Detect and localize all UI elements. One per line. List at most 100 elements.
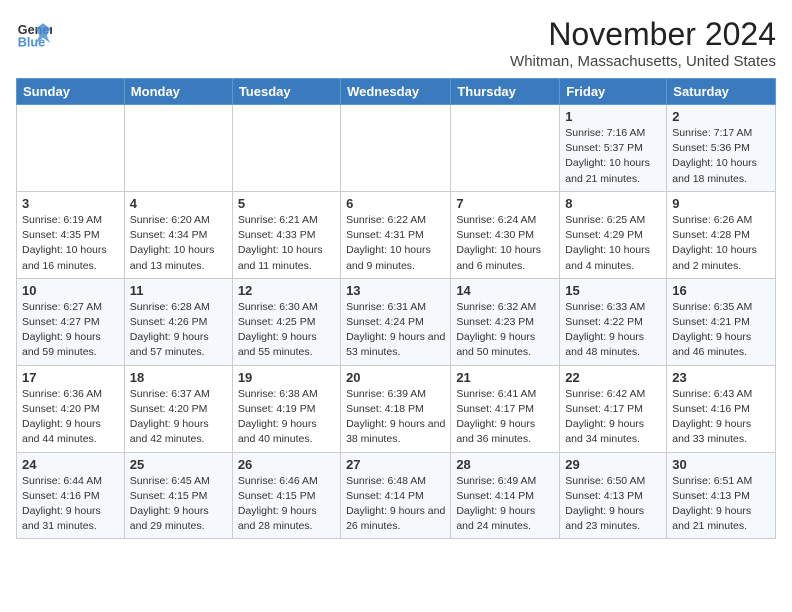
day-cell — [451, 105, 560, 192]
day-cell: 5 Sunrise: 6:21 AM Sunset: 4:33 PM Daylig… — [232, 191, 340, 278]
title-block: November 2024 Whitman, Massachusetts, Un… — [510, 16, 776, 70]
day-info: Sunrise: 6:28 AM Sunset: 4:26 PM Dayligh… — [130, 300, 227, 361]
day-number: 3 — [22, 196, 119, 211]
day-cell: 19 Sunrise: 6:38 AM Sunset: 4:19 PM Dayli… — [232, 365, 340, 452]
day-info: Sunrise: 6:24 AM Sunset: 4:30 PM Dayligh… — [456, 213, 554, 274]
day-info: Sunrise: 6:26 AM Sunset: 4:28 PM Dayligh… — [672, 213, 770, 274]
day-number: 23 — [672, 370, 770, 385]
day-cell: 16Sunrise: 6:35 AM Sunset: 4:21 PM Dayli… — [667, 278, 776, 365]
week-row-1: 1 Sunrise: 7:16 AM Sunset: 5:37 PM Daylig… — [17, 105, 776, 192]
day-cell: 10 Sunrise: 6:27 AM Sunset: 4:27 PM Dayli… — [17, 278, 125, 365]
week-row-2: 3Sunrise: 6:19 AM Sunset: 4:35 PM Daylig… — [17, 191, 776, 278]
day-number: 11 — [130, 283, 227, 298]
day-cell: 17 Sunrise: 6:36 AM Sunset: 4:20 PM Dayli… — [17, 365, 125, 452]
header-cell-monday: Monday — [124, 79, 232, 105]
day-info: Sunrise: 6:42 AM Sunset: 4:17 PM Dayligh… — [565, 387, 661, 448]
header-cell-friday: Friday — [560, 79, 667, 105]
day-cell — [17, 105, 125, 192]
day-cell: 27 Sunrise: 6:48 AM Sunset: 4:14 PM Dayli… — [341, 452, 451, 539]
day-cell: 21Sunrise: 6:41 AM Sunset: 4:17 PM Dayli… — [451, 365, 560, 452]
header-cell-tuesday: Tuesday — [232, 79, 340, 105]
day-number: 2 — [672, 109, 770, 124]
day-info: Sunrise: 6:30 AM Sunset: 4:25 PM Dayligh… — [238, 300, 335, 361]
header-cell-sunday: Sunday — [17, 79, 125, 105]
day-info: Sunrise: 6:38 AM Sunset: 4:19 PM Dayligh… — [238, 387, 335, 448]
day-number: 16 — [672, 283, 770, 298]
header-cell-thursday: Thursday — [451, 79, 560, 105]
day-cell: 18 Sunrise: 6:37 AM Sunset: 4:20 PM Dayli… — [124, 365, 232, 452]
day-cell: 23Sunrise: 6:43 AM Sunset: 4:16 PM Dayli… — [667, 365, 776, 452]
day-cell: 14 Sunrise: 6:32 AM Sunset: 4:23 PM Dayli… — [451, 278, 560, 365]
day-cell: 11 Sunrise: 6:28 AM Sunset: 4:26 PM Dayli… — [124, 278, 232, 365]
day-number: 22 — [565, 370, 661, 385]
page-title: November 2024 — [510, 16, 776, 53]
day-number: 12 — [238, 283, 335, 298]
day-info: Sunrise: 7:17 AM Sunset: 5:36 PM Dayligh… — [672, 126, 770, 187]
day-number: 4 — [130, 196, 227, 211]
day-info: Sunrise: 6:31 AM Sunset: 4:24 PM Dayligh… — [346, 300, 445, 361]
day-cell: 7 Sunrise: 6:24 AM Sunset: 4:30 PM Daylig… — [451, 191, 560, 278]
day-number: 20 — [346, 370, 445, 385]
calendar-body: 1 Sunrise: 7:16 AM Sunset: 5:37 PM Daylig… — [17, 105, 776, 539]
day-info: Sunrise: 7:16 AM Sunset: 5:37 PM Dayligh… — [565, 126, 661, 187]
day-cell: 3Sunrise: 6:19 AM Sunset: 4:35 PM Daylig… — [17, 191, 125, 278]
day-number: 28 — [456, 457, 554, 472]
day-info: Sunrise: 6:20 AM Sunset: 4:34 PM Dayligh… — [130, 213, 227, 274]
day-info: Sunrise: 6:48 AM Sunset: 4:14 PM Dayligh… — [346, 474, 445, 535]
day-info: Sunrise: 6:27 AM Sunset: 4:27 PM Dayligh… — [22, 300, 119, 361]
day-number: 7 — [456, 196, 554, 211]
day-number: 8 — [565, 196, 661, 211]
day-number: 25 — [130, 457, 227, 472]
day-cell — [341, 105, 451, 192]
calendar-table: SundayMondayTuesdayWednesdayThursdayFrid… — [16, 78, 776, 539]
day-cell: 20Sunrise: 6:39 AM Sunset: 4:18 PM Dayli… — [341, 365, 451, 452]
page-subtitle: Whitman, Massachusetts, United States — [510, 53, 776, 70]
day-cell: 12 Sunrise: 6:30 AM Sunset: 4:25 PM Dayli… — [232, 278, 340, 365]
day-number: 18 — [130, 370, 227, 385]
day-number: 6 — [346, 196, 445, 211]
day-number: 30 — [672, 457, 770, 472]
day-number: 10 — [22, 283, 119, 298]
day-info: Sunrise: 6:21 AM Sunset: 4:33 PM Dayligh… — [238, 213, 335, 274]
day-cell: 30 Sunrise: 6:51 AM Sunset: 4:13 PM Dayli… — [667, 452, 776, 539]
day-info: Sunrise: 6:22 AM Sunset: 4:31 PM Dayligh… — [346, 213, 445, 274]
week-row-5: 24 Sunrise: 6:44 AM Sunset: 4:16 PM Dayli… — [17, 452, 776, 539]
day-info: Sunrise: 6:46 AM Sunset: 4:15 PM Dayligh… — [238, 474, 335, 535]
day-cell: 6 Sunrise: 6:22 AM Sunset: 4:31 PM Daylig… — [341, 191, 451, 278]
day-info: Sunrise: 6:36 AM Sunset: 4:20 PM Dayligh… — [22, 387, 119, 448]
day-cell: 13 Sunrise: 6:31 AM Sunset: 4:24 PM Dayli… — [341, 278, 451, 365]
day-number: 17 — [22, 370, 119, 385]
day-cell: 26 Sunrise: 6:46 AM Sunset: 4:15 PM Dayli… — [232, 452, 340, 539]
day-cell: 22 Sunrise: 6:42 AM Sunset: 4:17 PM Dayli… — [560, 365, 667, 452]
day-info: Sunrise: 6:50 AM Sunset: 4:13 PM Dayligh… — [565, 474, 661, 535]
day-number: 1 — [565, 109, 661, 124]
day-info: Sunrise: 6:32 AM Sunset: 4:23 PM Dayligh… — [456, 300, 554, 361]
day-cell — [232, 105, 340, 192]
day-cell: 28 Sunrise: 6:49 AM Sunset: 4:14 PM Dayli… — [451, 452, 560, 539]
day-info: Sunrise: 6:33 AM Sunset: 4:22 PM Dayligh… — [565, 300, 661, 361]
day-info: Sunrise: 6:44 AM Sunset: 4:16 PM Dayligh… — [22, 474, 119, 535]
header-cell-wednesday: Wednesday — [341, 79, 451, 105]
day-cell: 25Sunrise: 6:45 AM Sunset: 4:15 PM Dayli… — [124, 452, 232, 539]
day-cell: 15Sunrise: 6:33 AM Sunset: 4:22 PM Dayli… — [560, 278, 667, 365]
day-number: 26 — [238, 457, 335, 472]
day-number: 27 — [346, 457, 445, 472]
day-info: Sunrise: 6:49 AM Sunset: 4:14 PM Dayligh… — [456, 474, 554, 535]
day-number: 13 — [346, 283, 445, 298]
day-cell: 2 Sunrise: 7:17 AM Sunset: 5:36 PM Daylig… — [667, 105, 776, 192]
header-cell-saturday: Saturday — [667, 79, 776, 105]
day-number: 9 — [672, 196, 770, 211]
logo: General Blue — [16, 16, 52, 52]
header: General Blue November 2024 Whitman, Mass… — [16, 16, 776, 70]
day-cell — [124, 105, 232, 192]
day-number: 5 — [238, 196, 335, 211]
day-info: Sunrise: 6:51 AM Sunset: 4:13 PM Dayligh… — [672, 474, 770, 535]
day-number: 14 — [456, 283, 554, 298]
day-cell: 29 Sunrise: 6:50 AM Sunset: 4:13 PM Dayli… — [560, 452, 667, 539]
day-number: 19 — [238, 370, 335, 385]
day-info: Sunrise: 6:37 AM Sunset: 4:20 PM Dayligh… — [130, 387, 227, 448]
day-number: 29 — [565, 457, 661, 472]
day-number: 24 — [22, 457, 119, 472]
calendar-header: SundayMondayTuesdayWednesdayThursdayFrid… — [17, 79, 776, 105]
week-row-3: 10 Sunrise: 6:27 AM Sunset: 4:27 PM Dayli… — [17, 278, 776, 365]
